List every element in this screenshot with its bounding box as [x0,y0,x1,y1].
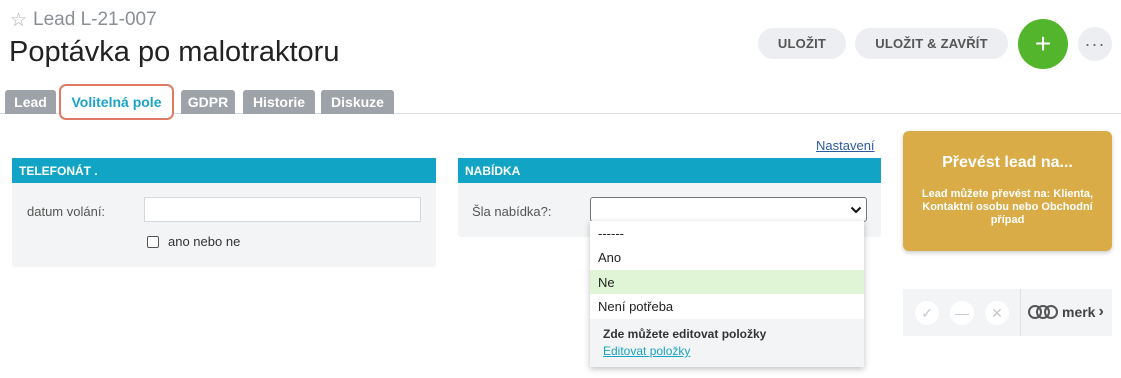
tab-volitelna-pole[interactable]: Volitelná pole [59,84,174,120]
checkbox-label: ano nebo ne [168,234,241,249]
offer-dropdown-list: ------ Ano Ne Není potřeba Zde můžete ed… [590,221,864,367]
dropdown-footer: Zde můžete editovat položky Editovat pol… [590,319,864,367]
settings-link[interactable]: Nastavení [816,138,875,153]
more-options-button[interactable]: ··· [1078,27,1112,61]
tab-historie[interactable]: Historie [243,90,315,114]
add-button[interactable]: + [1018,19,1068,69]
convert-lead-card[interactable]: Převést lead na... Lead můžete převést n… [903,131,1112,251]
ano-nebo-ne-checkbox[interactable] [147,236,159,248]
offer-field-label: Šla nabídka?: [472,204,552,219]
tab-gdpr[interactable]: GDPR [181,90,235,114]
merk-label: merk [1062,304,1096,320]
close-icon[interactable]: ✕ [985,301,1009,325]
dropdown-footer-text: Zde můžete editovat položky [603,327,767,341]
more-icon: ··· [1084,33,1106,54]
nabidka-heading: NABÍDKA [458,158,881,183]
save-button[interactable]: ULOŽIT [758,28,846,59]
save-and-close-button[interactable]: ULOŽIT & ZAVŘÍT [855,28,1008,59]
record-subtitle: ☆ Lead L-21-007 [10,9,157,31]
option-neni-potreba[interactable]: Není potřeba [590,294,864,318]
merk-divider [1020,289,1021,336]
tab-lead[interactable]: Lead [5,90,56,114]
telefonat-heading: TELEFONÁT . [12,158,436,183]
option-ano[interactable]: Ano [590,245,864,269]
chevron-right-icon: › [1098,303,1104,320]
option-ne[interactable]: Ne [590,270,864,294]
option-none[interactable]: ------ [590,221,864,245]
check-icon[interactable]: ✓ [915,301,939,325]
edit-items-link[interactable]: Editovat položky [603,344,690,358]
star-icon[interactable]: ☆ [10,11,27,30]
minus-icon[interactable]: — [950,301,974,325]
offer-select[interactable] [590,197,867,222]
merk-logo-icon [1028,305,1058,319]
telefonat-panel: TELEFONÁT . datum volání: ano nebo ne [12,158,436,267]
page-title: Poptávka po malotraktoru [9,36,340,68]
record-type-id: Lead L-21-007 [33,9,157,30]
chevron-down-icon [850,206,862,213]
date-input[interactable] [144,197,421,222]
merk-link[interactable]: merk › [1027,302,1104,322]
tab-diskuze[interactable]: Diskuze [321,90,394,114]
convert-title: Převést lead na... [942,154,1073,171]
convert-description: Lead můžete převést na: Klienta, Kontakt… [921,188,1094,226]
date-label: datum volání: [27,204,106,219]
plus-icon: + [1034,28,1052,59]
merk-bar: ✓ — ✕ merk › [903,289,1112,336]
